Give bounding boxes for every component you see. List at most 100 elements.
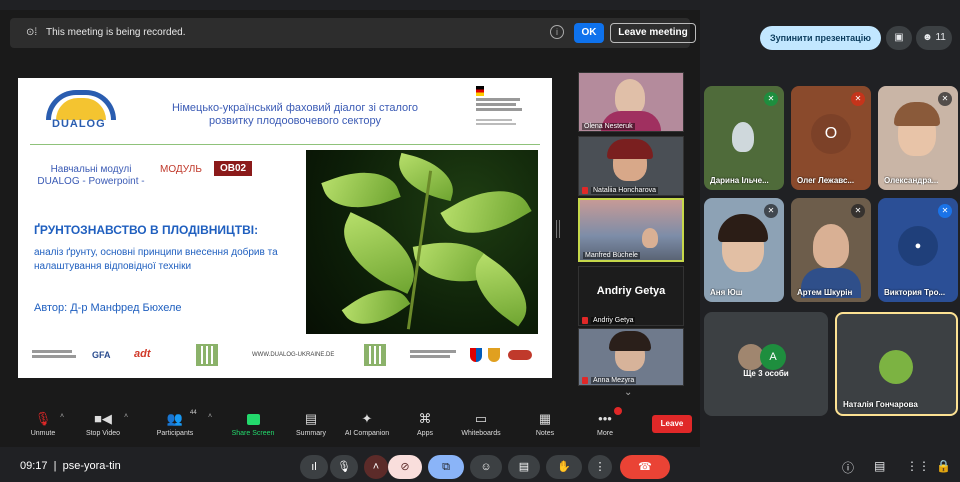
- chevron-up-icon[interactable]: ˄: [364, 455, 388, 479]
- toolbar-label: Whiteboards: [461, 430, 501, 437]
- participant-hair: [607, 139, 653, 159]
- mic-off-icon: [582, 377, 588, 384]
- meet-control-bar: 09:17 | pse-yora-tin ıl 🎙 ˄ ⊘ ⧉ ☺ ▤ ✋ ⋮ …: [0, 452, 960, 482]
- participant-name: Дарина Ільче...: [710, 176, 769, 185]
- recording-banner: ⊙⁞ This meeting is being recorded. i OK …: [10, 18, 696, 48]
- participant-thumbnail[interactable]: Andriy Getya Andriy Getya: [578, 266, 684, 326]
- partner-logo: [32, 350, 80, 358]
- participants-icon: 👥: [166, 411, 184, 426]
- mic-off-icon: ✕: [938, 204, 952, 218]
- activities-icon[interactable]: ⋮⋮: [906, 459, 930, 473]
- mic-off-icon: ✕: [764, 204, 778, 218]
- more-button[interactable]: ••• More: [570, 411, 640, 437]
- present-button[interactable]: ⧉: [428, 455, 464, 479]
- ok-button[interactable]: OK: [574, 23, 604, 43]
- whiteboards-button[interactable]: ▭ Whiteboards: [446, 411, 516, 437]
- camera-off-button[interactable]: ⊘: [388, 455, 422, 479]
- partner-logo-icon: [508, 350, 532, 360]
- participant-video: [813, 224, 849, 268]
- stop-presenting-button[interactable]: Зупинити презентацію: [760, 26, 881, 50]
- gfa-logo: GFA: [92, 350, 111, 360]
- slide-author: Автор: Д-р Манфред Бюхеле: [34, 302, 182, 314]
- active-speaker-tile[interactable]: Наталія Гончарова: [835, 312, 958, 416]
- more-people-label: Ще 3 особи: [743, 369, 789, 378]
- modules-label: Навчальні модулі DUALOG - Powerpoint -: [37, 164, 145, 187]
- toolbar-label: Stop Video: [85, 430, 121, 437]
- participant-tile[interactable]: О ✕ Олег Лежавс...: [791, 86, 871, 190]
- participant-tile[interactable]: ✕ Олександра...: [878, 86, 958, 190]
- participant-tile[interactable]: ✕ Аня Юш: [704, 198, 784, 302]
- participant-name: Олександра...: [884, 176, 939, 185]
- avatar: A: [760, 344, 786, 370]
- participants-button[interactable]: 👥 Participants: [140, 411, 210, 437]
- slide-main-title: ҐРУНТОЗНАВСТВО В ПЛОДІВНИЦТВІ:: [34, 223, 259, 237]
- more-options-button[interactable]: ⋮: [588, 455, 612, 479]
- info-icon[interactable]: ⓘ: [842, 459, 854, 476]
- divider: [30, 144, 540, 145]
- host-controls-icon[interactable]: 🔒: [936, 459, 951, 473]
- participant-tile[interactable]: ✕ Артем Шкурін: [791, 198, 871, 302]
- mic-off-icon: ✕: [764, 92, 778, 106]
- chevron-up-icon[interactable]: ˄: [208, 413, 212, 420]
- meet-top-bar: Зупинити презентацію ▣ ☻ 11: [700, 22, 960, 52]
- mic-off-icon: ✕: [938, 92, 952, 106]
- chat-icon[interactable]: ▤: [874, 459, 885, 473]
- slide-title: Німецько-український фаховий діалог зі с…: [171, 102, 419, 127]
- more-participants-tile[interactable]: A Ще 3 особи: [704, 312, 828, 416]
- raise-hand-button[interactable]: ✋: [546, 455, 582, 479]
- captions-button[interactable]: ▤: [508, 455, 540, 479]
- people-count: 11: [935, 32, 946, 43]
- leaf-photo: [306, 150, 538, 334]
- participant-name: Anna Mezyra: [591, 377, 637, 384]
- participant-video: [642, 228, 658, 248]
- toolbar-label: Participants: [156, 430, 194, 437]
- audio-level-icon: ıl: [300, 455, 328, 479]
- slide-subtitle: аналіз ґрунту, основні принципи внесення…: [34, 247, 278, 272]
- people-icon: ☻: [922, 32, 933, 43]
- module-code: OB02: [214, 161, 252, 176]
- resize-handle[interactable]: [556, 220, 560, 238]
- coat-of-arms-icon: [470, 348, 482, 362]
- people-button[interactable]: ☻ 11: [916, 26, 952, 50]
- adt-logo: adt: [134, 348, 151, 360]
- dualog-logo: DUALOG: [38, 86, 128, 138]
- participant-thumbnail[interactable]: Olena Nesteruk: [578, 72, 684, 132]
- notification-badge: [614, 407, 622, 415]
- chevron-up-icon[interactable]: ˄: [60, 413, 64, 420]
- participant-video: [615, 79, 645, 115]
- mic-off-icon: ✕: [851, 204, 865, 218]
- participant-hair: [718, 214, 768, 242]
- coat-of-arms-icon: [488, 348, 500, 362]
- participant-tile[interactable]: ● ✕ Виктория Тро...: [878, 198, 958, 302]
- zoom-window: ⊙⁞ This meeting is being recorded. i OK …: [0, 10, 700, 447]
- operative-partner-label: [410, 350, 462, 358]
- record-icon: ⊙⁞: [26, 27, 38, 38]
- participant-name: Manfred Büchele: [583, 252, 640, 259]
- mic-off-icon: [582, 187, 588, 194]
- shared-slide: DUALOG Німецько-український фаховий діал…: [18, 78, 552, 378]
- mic-button[interactable]: 🎙: [330, 455, 358, 479]
- participant-thumbnail[interactable]: Nataliia Honcharova: [578, 136, 684, 196]
- presentation-off-icon[interactable]: ▣: [886, 26, 912, 50]
- mic-off-icon: ✕: [851, 92, 865, 106]
- active-speaker-thumbnail[interactable]: Manfred Büchele: [578, 198, 684, 262]
- participant-tile[interactable]: ✕ Дарина Ільче...: [704, 86, 784, 190]
- participants-count: 44: [190, 410, 197, 416]
- participant-big-name: Andriy Getya: [596, 285, 666, 297]
- leave-meeting-button[interactable]: Leave meeting: [610, 23, 696, 43]
- participant-hair: [894, 102, 940, 126]
- recording-notice: This meeting is being recorded.: [46, 27, 186, 38]
- leave-button[interactable]: Leave: [652, 415, 692, 433]
- chevron-up-icon[interactable]: ˄: [124, 413, 128, 420]
- qr-code-icon: [364, 344, 386, 366]
- info-icon[interactable]: i: [550, 25, 564, 39]
- participant-name: Виктория Тро...: [884, 288, 946, 297]
- participant-name: Olena Nesteruk: [582, 123, 635, 130]
- participant-thumbnail[interactable]: Anna Mezyra: [578, 328, 684, 386]
- end-call-button[interactable]: ☎: [620, 455, 670, 479]
- participant-name: Nataliia Honcharova: [591, 187, 659, 194]
- dualog-url: WWW.DUALOG-UKRAINE.DE: [252, 352, 335, 358]
- participant-name: Олег Лежавс...: [797, 176, 855, 185]
- chevron-down-icon[interactable]: ⌄: [624, 387, 632, 398]
- emoji-button[interactable]: ☺: [470, 455, 502, 479]
